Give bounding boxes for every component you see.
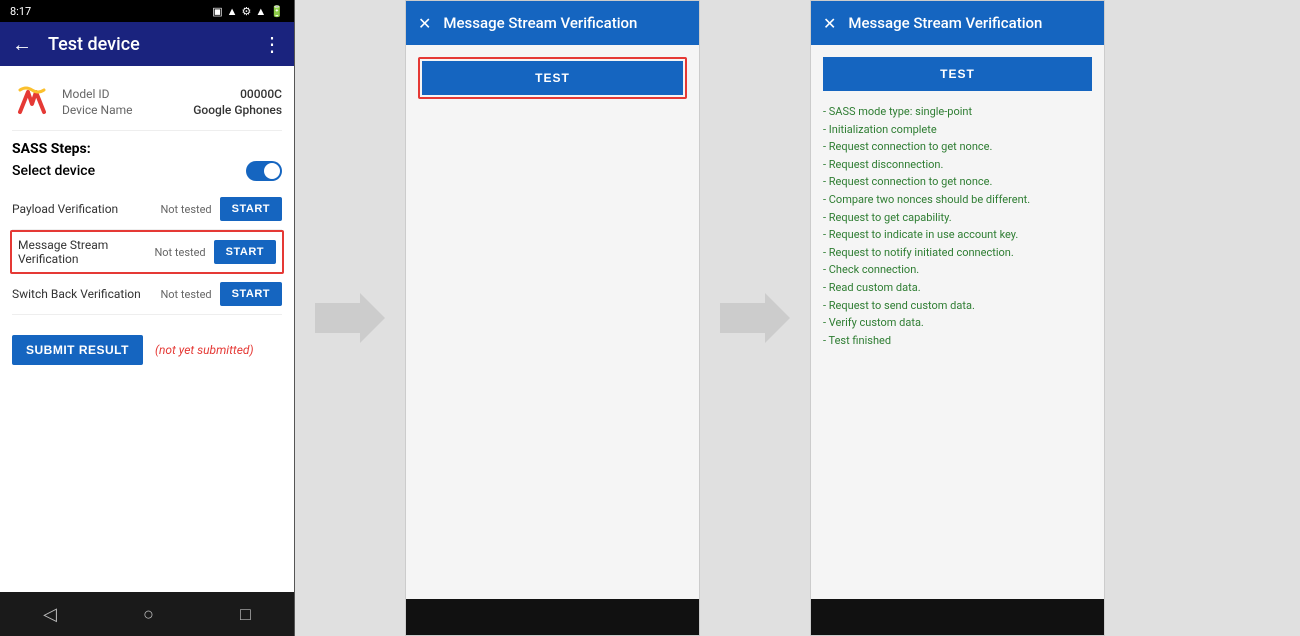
dialog-1-title: Message Stream Verification — [443, 14, 637, 32]
sass-steps-title: SASS Steps: — [12, 141, 282, 157]
wifi-icon: ▲ — [255, 5, 266, 18]
nav-back-icon[interactable]: ◁ — [43, 604, 57, 625]
dialog-1-toolbar: ✕ Message Stream Verification — [406, 1, 699, 45]
result-lines: - SASS mode type: single-point- Initiali… — [823, 103, 1092, 349]
settings-icon: ⚙ — [242, 5, 252, 18]
dialog-2-title: Message Stream Verification — [848, 14, 1042, 32]
result-line-1: - Initialization complete — [823, 121, 1092, 139]
submit-row: SUBMIT RESULT (not yet submitted) — [12, 331, 282, 369]
result-line-7: - Request to indicate in use account key… — [823, 226, 1092, 244]
phone-content: Model ID 00000C Device Name Google Gphon… — [0, 66, 294, 592]
device-logo-icon — [12, 82, 52, 122]
test-button-1[interactable]: TEST — [422, 61, 683, 95]
signal-icon: ▲ — [227, 5, 238, 18]
start-button-switch-back[interactable]: START — [220, 282, 282, 306]
step-label-switch-back: Switch Back Verification — [12, 287, 152, 301]
start-button-message-stream[interactable]: START — [214, 240, 276, 264]
result-line-0: - SASS mode type: single-point — [823, 103, 1092, 121]
step-label-message-stream: Message StreamVerification — [18, 238, 146, 266]
result-line-11: - Request to send custom data. — [823, 297, 1092, 315]
result-line-13: - Test finished — [823, 332, 1092, 350]
result-line-8: - Request to notify initiated connection… — [823, 244, 1092, 262]
model-row: Model ID 00000C — [62, 86, 282, 102]
arrow-2-container — [700, 0, 810, 636]
result-line-5: - Compare two nonces should be different… — [823, 191, 1092, 209]
arrow-1-container — [295, 0, 405, 636]
select-device-label: Select device — [12, 163, 95, 179]
select-device-toggle[interactable] — [246, 161, 282, 181]
result-line-12: - Verify custom data. — [823, 314, 1092, 332]
submit-note: (not yet submitted) — [155, 343, 254, 357]
device-info: Model ID 00000C Device Name Google Gphon… — [12, 74, 282, 131]
nav-recents-icon[interactable]: □ — [240, 604, 251, 625]
step-label-payload: Payload Verification — [12, 202, 152, 216]
phone-toolbar: ← Test device ⋮ — [0, 22, 294, 66]
more-icon[interactable]: ⋮ — [262, 32, 282, 56]
dialog-1-content: TEST — [406, 45, 699, 599]
dialog-2-content: TEST - SASS mode type: single-point- Ini… — [811, 45, 1104, 599]
test-btn-wrapper-1: TEST — [418, 57, 687, 99]
result-line-10: - Read custom data. — [823, 279, 1092, 297]
step-status-message-stream: Not tested — [154, 246, 205, 259]
status-bar: 8:17 ▣ ▲ ⚙ ▲ 🔋 — [0, 0, 294, 22]
phone-screen: 8:17 ▣ ▲ ⚙ ▲ 🔋 ← Test device ⋮ Model ID … — [0, 0, 295, 636]
result-line-4: - Request connection to get nonce. — [823, 173, 1092, 191]
test-btn-wrapper-2: TEST — [823, 57, 1092, 91]
result-line-9: - Check connection. — [823, 261, 1092, 279]
step-row-payload: Payload Verification Not tested START — [12, 189, 282, 230]
status-icons: ▣ ▲ ⚙ ▲ 🔋 — [212, 5, 284, 18]
nav-home-icon[interactable]: ○ — [143, 604, 154, 625]
device-details: Model ID 00000C Device Name Google Gphon… — [62, 86, 282, 118]
select-device-row: Select device — [12, 161, 282, 181]
result-line-2: - Request connection to get nonce. — [823, 138, 1092, 156]
dialog-screen-1: ✕ Message Stream Verification TEST — [405, 0, 700, 636]
arrow-2-icon — [720, 293, 790, 343]
arrow-1-icon — [315, 293, 385, 343]
model-label: Model ID — [62, 87, 109, 101]
result-line-3: - Request disconnection. — [823, 156, 1092, 174]
model-value: 00000C — [240, 87, 282, 101]
dialog-1-bottom-bar — [406, 599, 699, 635]
back-icon[interactable]: ← — [12, 32, 32, 57]
step-status-switch-back: Not tested — [160, 288, 211, 301]
battery-icon: 🔋 — [270, 5, 284, 18]
device-name-label: Device Name — [62, 103, 133, 117]
step-row-switch-back: Switch Back Verification Not tested STAR… — [12, 274, 282, 315]
notification-icon: ▣ — [212, 5, 222, 18]
device-name-row: Device Name Google Gphones — [62, 102, 282, 118]
dialog-2-toolbar: ✕ Message Stream Verification — [811, 1, 1104, 45]
dialog-2-bottom-bar — [811, 599, 1104, 635]
start-button-payload[interactable]: START — [220, 197, 282, 221]
status-time: 8:17 — [10, 5, 31, 18]
test-button-2[interactable]: TEST — [823, 57, 1092, 91]
step-status-payload: Not tested — [160, 203, 211, 216]
toolbar-title: Test device — [48, 34, 262, 55]
phone-nav-bar: ◁ ○ □ — [0, 592, 294, 636]
dialog-1-close-icon[interactable]: ✕ — [418, 14, 431, 33]
step-row-message-stream: Message StreamVerification Not tested ST… — [10, 230, 284, 274]
dialog-2-close-icon[interactable]: ✕ — [823, 14, 836, 33]
submit-result-button[interactable]: SUBMIT RESULT — [12, 335, 143, 365]
dialog-screen-2: ✕ Message Stream Verification TEST - SAS… — [810, 0, 1105, 636]
result-line-6: - Request to get capability. — [823, 209, 1092, 227]
device-name-value: Google Gphones — [193, 103, 282, 117]
